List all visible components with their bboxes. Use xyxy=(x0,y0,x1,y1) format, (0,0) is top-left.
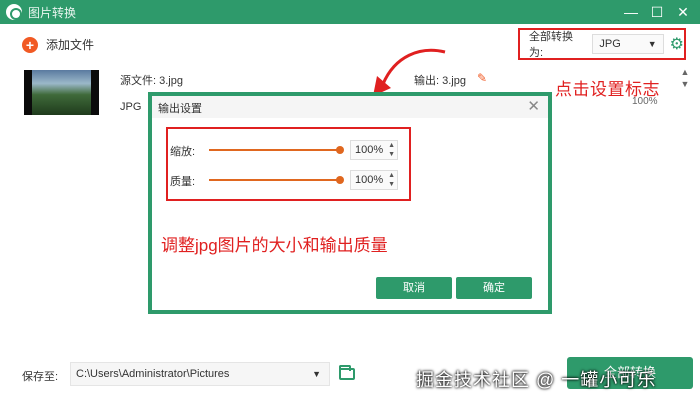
save-to-label: 保存至: xyxy=(22,371,59,383)
quality-row: 质量: 100% ▲ ▼ xyxy=(168,169,413,191)
format-select[interactable]: JPG ▼ xyxy=(592,34,664,54)
maximize-icon[interactable]: ☐ xyxy=(644,0,670,24)
save-path-select[interactable]: C:\Users\Administrator\Pictures ▼ xyxy=(70,362,330,386)
scale-row: 缩放: 100% ▲ ▼ xyxy=(168,139,413,161)
folder-icon[interactable] xyxy=(339,365,355,380)
source-file-label: 源文件: 3.jpg xyxy=(120,75,183,87)
output-settings-dialog: 输出设置 ✕ 缩放: 100% ▲ ▼ 质量: 100% ▲ ▼ 调整jpg图片… xyxy=(152,96,548,310)
quality-slider-handle[interactable] xyxy=(336,176,344,184)
quality-label: 质量: xyxy=(170,176,196,188)
stepper-arrows-icon[interactable]: ▲ ▼ xyxy=(388,141,395,159)
scrollbar[interactable]: ▲ ▼ xyxy=(678,66,692,100)
format-select-value: JPG xyxy=(599,38,621,50)
convert-all-label: 全部转换为: xyxy=(529,31,573,59)
window-controls: — ☐ ✕ xyxy=(618,0,696,24)
quality-value: 100% xyxy=(355,174,384,186)
window-title: 图片转换 xyxy=(28,5,77,20)
file-thumbnail xyxy=(24,70,99,115)
minimize-icon[interactable]: — xyxy=(618,0,644,24)
annotation-adjust-size-quality: 调整jpg图片的大小和输出质量 xyxy=(161,236,388,255)
chevron-down-icon: ▼ xyxy=(647,39,657,49)
dialog-close-icon[interactable]: ✕ xyxy=(527,97,540,115)
close-icon[interactable]: ✕ xyxy=(670,0,696,24)
scale-slider-handle[interactable] xyxy=(336,146,344,154)
plus-icon: + xyxy=(22,36,38,53)
scroll-down-icon[interactable]: ▼ xyxy=(678,78,692,90)
scale-value: 100% xyxy=(355,144,384,156)
settings-panel: 缩放: 100% ▲ ▼ 质量: 100% ▲ ▼ xyxy=(166,127,411,201)
dialog-title-bar: 输出设置 ✕ xyxy=(152,96,548,118)
scroll-up-icon[interactable]: ▲ xyxy=(678,66,692,78)
edit-icon[interactable]: ✎ xyxy=(477,71,487,85)
app-window: 图片转换 — ☐ ✕ + 添加文件 全部转换为: JPG ▼ ⚙ 源文件: 3.… xyxy=(0,0,700,405)
add-file-button[interactable]: + 添加文件 xyxy=(22,36,94,53)
title-bar: 图片转换 — ☐ ✕ xyxy=(0,0,700,24)
chevron-down-icon: ▼ xyxy=(312,369,321,379)
quality-stepper[interactable]: 100% ▲ ▼ xyxy=(350,170,398,190)
add-file-label: 添加文件 xyxy=(46,38,95,52)
scale-stepper[interactable]: 100% ▲ ▼ xyxy=(350,140,398,160)
file-format-label: JPG xyxy=(120,101,142,113)
annotation-click-settings: 点击设置标志 xyxy=(555,80,660,99)
ok-button[interactable]: 确定 xyxy=(456,277,532,299)
watermark-text: 掘金技术社区 @ 一罐小可乐 xyxy=(416,370,657,390)
gear-icon[interactable]: ⚙ xyxy=(670,34,684,54)
app-logo-icon xyxy=(6,4,22,20)
stepper-arrows-icon[interactable]: ▲ ▼ xyxy=(388,171,395,189)
save-path-value: C:\Users\Administrator\Pictures xyxy=(76,368,230,380)
quality-slider-track[interactable] xyxy=(209,179,338,181)
dialog-title: 输出设置 xyxy=(158,103,202,115)
convert-all-group: 全部转换为: JPG ▼ ⚙ xyxy=(518,28,686,60)
scale-label: 缩放: xyxy=(170,146,196,158)
cancel-button[interactable]: 取消 xyxy=(376,277,452,299)
scale-slider-track[interactable] xyxy=(209,149,338,151)
